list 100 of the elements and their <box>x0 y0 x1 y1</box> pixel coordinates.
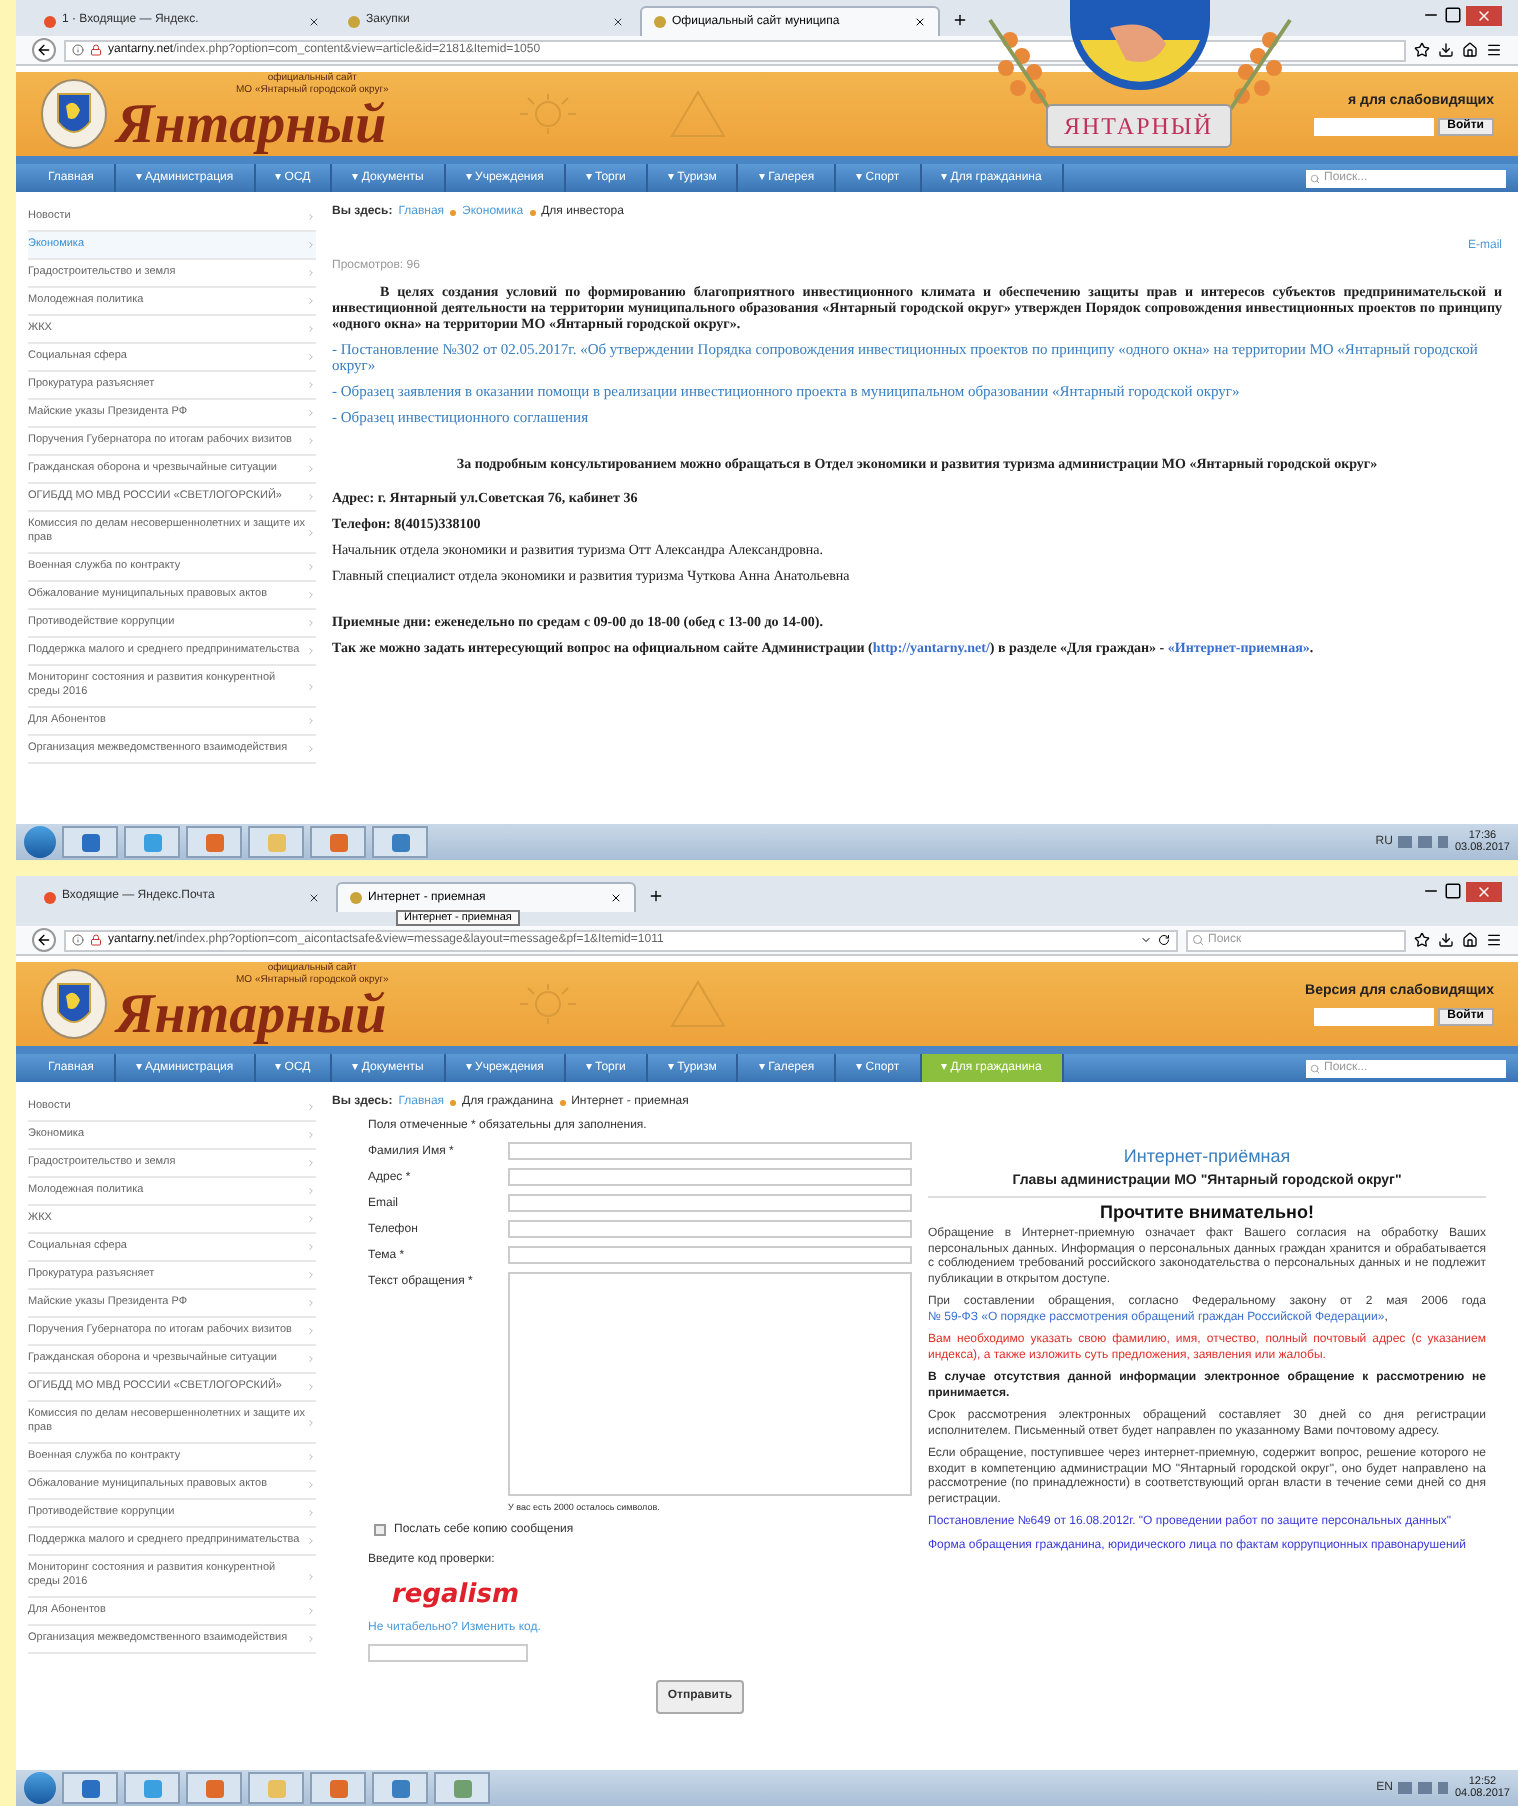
app-icon <box>81 833 99 851</box>
input-field[interactable] <box>508 1194 912 1212</box>
chevron-icon <box>306 1571 316 1581</box>
chevron-icon <box>306 1354 316 1364</box>
chevron-icon <box>306 1417 316 1427</box>
captcha-field[interactable] <box>368 1644 528 1663</box>
close-icon[interactable] <box>914 16 926 28</box>
close-icon <box>1476 884 1492 900</box>
chevron-icon <box>306 1158 316 1168</box>
taskbar-button[interactable] <box>62 1772 118 1804</box>
search-icon <box>1310 1063 1320 1073</box>
chevron-icon <box>306 646 316 656</box>
dropdown-icon[interactable] <box>1140 934 1152 946</box>
input-field[interactable] <box>508 1220 912 1238</box>
input-field[interactable] <box>508 1168 912 1186</box>
close-icon[interactable] <box>612 15 624 27</box>
reload-icon[interactable] <box>1158 934 1170 946</box>
chevron-icon <box>306 380 316 390</box>
search-icon <box>1310 173 1320 183</box>
app-icon <box>205 833 223 851</box>
star-icon[interactable] <box>1414 42 1430 58</box>
taskbar-button[interactable] <box>124 1772 180 1804</box>
lock-icon <box>90 44 102 56</box>
taskbar-button[interactable] <box>310 826 366 858</box>
chevron-icon <box>306 590 316 600</box>
chevron-icon <box>306 1102 316 1112</box>
taskbar-button[interactable] <box>372 826 428 858</box>
checkbox[interactable] <box>374 1524 386 1537</box>
app-icon <box>391 1779 409 1797</box>
chevron-icon <box>306 716 316 726</box>
tray-icon[interactable] <box>1398 836 1413 848</box>
taskbar-button[interactable] <box>62 826 118 858</box>
taskbar-button[interactable] <box>124 826 180 858</box>
favicon-icon <box>654 16 666 28</box>
message-field[interactable] <box>508 1272 912 1496</box>
back-button[interactable] <box>32 928 56 952</box>
home-icon[interactable] <box>1462 42 1478 58</box>
taskbar-button[interactable] <box>310 1772 366 1804</box>
close-window-button[interactable] <box>1466 6 1502 26</box>
favicon-icon <box>44 891 56 903</box>
chevron-icon <box>306 464 316 474</box>
app-icon <box>267 1779 285 1797</box>
close-icon[interactable] <box>308 15 320 27</box>
download-icon[interactable] <box>1438 42 1454 58</box>
login-field[interactable] <box>1313 117 1434 136</box>
chevron-icon <box>306 1298 316 1308</box>
menu-icon[interactable] <box>1486 42 1502 58</box>
login-field[interactable] <box>1313 1007 1434 1026</box>
chevron-icon <box>306 618 316 628</box>
tray-icon[interactable] <box>1398 1782 1413 1794</box>
menu-icon[interactable] <box>1486 932 1502 948</box>
input-field[interactable] <box>508 1142 912 1160</box>
back-button[interactable] <box>32 38 56 62</box>
bullet-icon <box>450 1100 457 1106</box>
start-orb-icon[interactable] <box>24 1772 56 1804</box>
chevron-icon <box>306 1214 316 1224</box>
favicon-icon <box>350 892 362 904</box>
emblem-ribbon: ЯНТАРНЫЙ <box>1046 104 1232 148</box>
chevron-icon <box>306 352 316 362</box>
taskbar-button[interactable] <box>186 1772 242 1804</box>
star-icon[interactable] <box>1414 932 1430 948</box>
download-icon[interactable] <box>1438 932 1454 948</box>
taskbar-button[interactable] <box>248 1772 304 1804</box>
bullet-icon <box>559 1100 566 1106</box>
sail-drawing <box>668 978 729 1030</box>
chevron-icon <box>306 1606 316 1616</box>
taskbar-button[interactable] <box>434 1772 490 1804</box>
chevron-icon <box>306 1634 316 1644</box>
home-icon[interactable] <box>1462 932 1478 948</box>
site-title: Янтарный <box>116 986 387 1046</box>
coat-of-arms-drawing <box>40 78 108 150</box>
taskbar-button[interactable] <box>372 1772 428 1804</box>
new-tab-icon[interactable] <box>952 12 968 28</box>
close-icon[interactable] <box>308 891 320 903</box>
taskbar-button[interactable] <box>248 826 304 858</box>
chevron-icon <box>306 240 316 250</box>
taskbar-button[interactable] <box>186 826 242 858</box>
chevron-icon <box>306 408 316 418</box>
app-icon <box>81 1779 99 1797</box>
close-icon <box>1476 8 1492 24</box>
new-tab-icon[interactable] <box>648 888 664 904</box>
maximize-icon[interactable] <box>1444 6 1462 24</box>
chevron-icon <box>306 1270 316 1280</box>
close-window-button[interactable] <box>1466 882 1502 902</box>
chevron-icon <box>306 212 316 222</box>
site-title: Янтарный <box>116 96 387 156</box>
app-icon <box>391 833 409 851</box>
start-orb-icon[interactable] <box>24 826 56 858</box>
app-icon <box>329 833 347 851</box>
app-icon <box>143 1779 161 1797</box>
app-icon <box>329 1779 347 1797</box>
chevron-icon <box>306 1326 316 1336</box>
chevron-icon <box>306 296 316 306</box>
search-icon <box>1192 934 1204 946</box>
sail-drawing <box>668 88 729 140</box>
maximize-icon[interactable] <box>1444 882 1462 900</box>
back-arrow-icon <box>36 42 52 58</box>
input-field[interactable] <box>508 1246 912 1264</box>
chevron-icon <box>306 527 316 537</box>
close-icon[interactable] <box>610 892 622 904</box>
